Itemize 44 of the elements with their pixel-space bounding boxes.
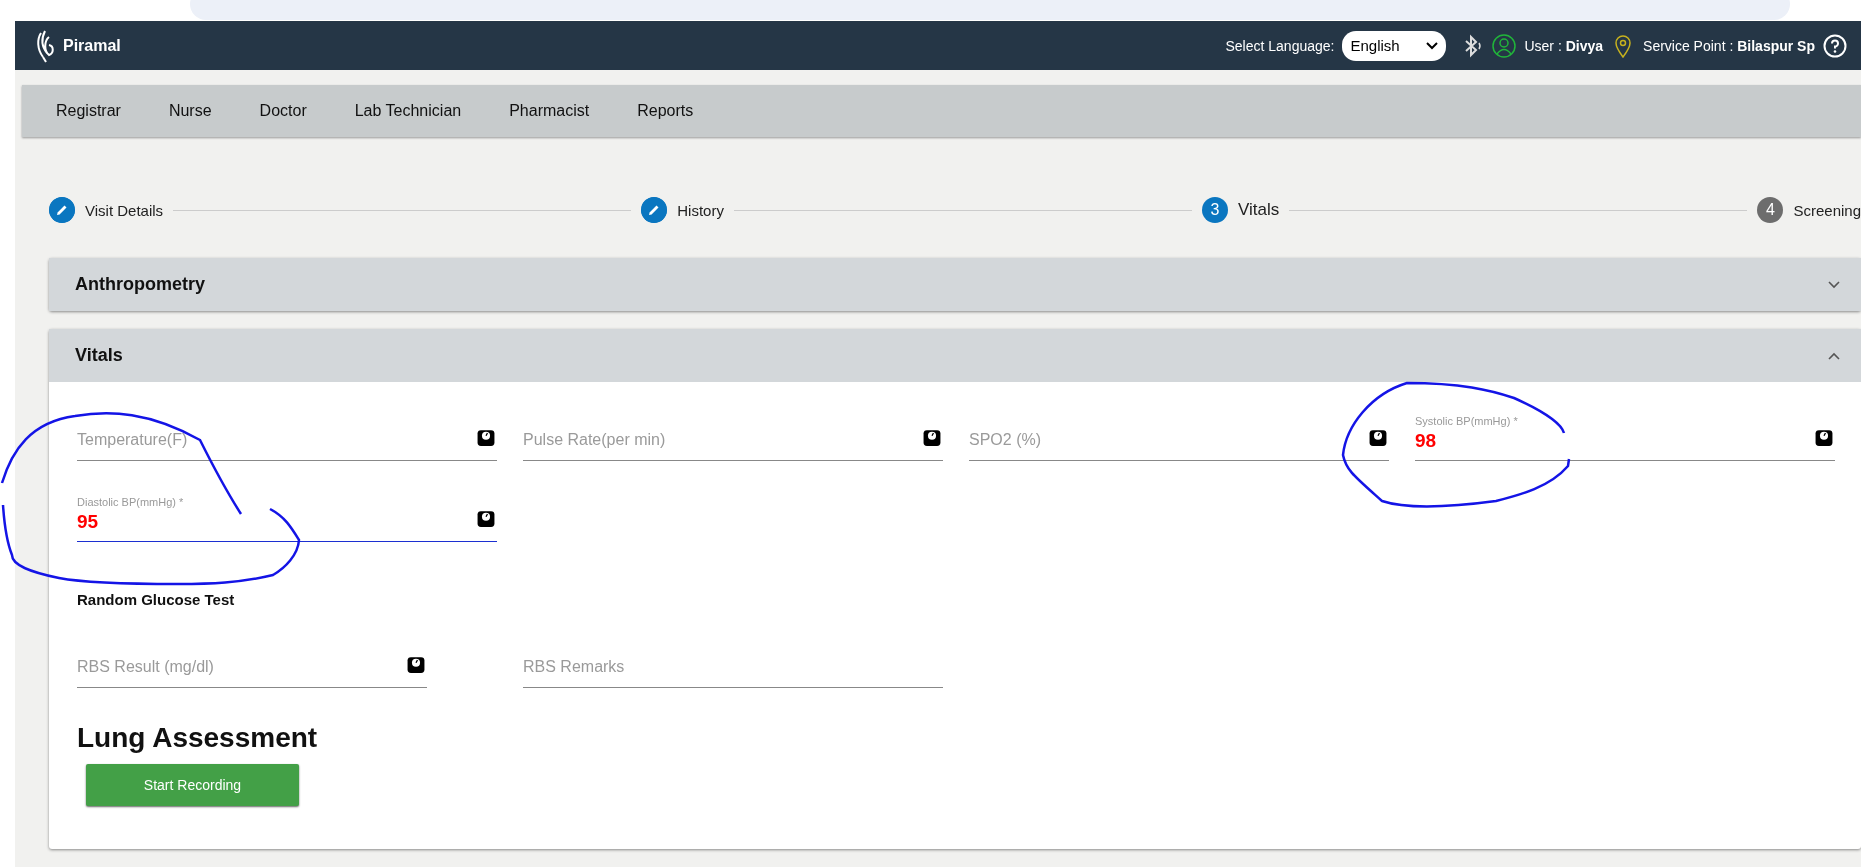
pencil-icon xyxy=(49,197,75,223)
stepper-step[interactable]: Visit Details xyxy=(49,197,164,223)
menu-item[interactable]: Nurse xyxy=(144,102,236,120)
chevron-down-icon xyxy=(1827,279,1841,290)
stepper-step[interactable]: 3 Vitals xyxy=(1202,197,1280,223)
step-number: 3 xyxy=(1202,197,1229,223)
stepper-step[interactable]: 4 Screening xyxy=(1757,197,1861,223)
field-label: Systolic BP(mmHg) * xyxy=(1415,415,1518,427)
menu-item[interactable]: Pharmacist xyxy=(485,102,614,120)
section-heading: Lung Assessment xyxy=(76,722,319,754)
section-title: Vitals xyxy=(75,345,123,366)
language-select[interactable]: English xyxy=(1342,30,1447,61)
menu-item[interactable]: Reports xyxy=(613,102,718,120)
menu-item[interactable]: Registrar xyxy=(40,102,145,120)
service-point-name: Bilaspur Sp xyxy=(1737,37,1815,54)
chevron-up-icon xyxy=(1827,350,1841,361)
field-label: Diastolic BP(mmHg) * xyxy=(77,496,184,508)
menu-item[interactable]: Doctor xyxy=(235,102,331,120)
input-field[interactable]: RBS Result (mg/dl) xyxy=(77,632,427,688)
chevron-down-icon xyxy=(1426,41,1439,50)
service-point-label: Service Point : xyxy=(1643,37,1734,54)
stepper-step[interactable]: History xyxy=(641,197,724,223)
language-label: Select Language: xyxy=(1225,37,1335,54)
help-icon[interactable] xyxy=(1823,33,1847,58)
scale-icon[interactable] xyxy=(407,656,425,674)
user-icon[interactable] xyxy=(1492,33,1517,58)
input-field[interactable]: Pulse Rate(per min) xyxy=(523,405,943,461)
input-field[interactable]: RBS Remarks xyxy=(523,632,943,688)
scale-icon[interactable] xyxy=(923,429,941,447)
scale-icon[interactable] xyxy=(477,429,495,447)
section-heading: Random Glucose Test xyxy=(76,591,236,608)
scale-icon[interactable] xyxy=(477,510,495,528)
user-label: User : xyxy=(1524,37,1562,54)
brand-name: Piramal xyxy=(63,36,121,55)
logo-icon xyxy=(35,28,57,63)
scale-icon[interactable] xyxy=(1815,429,1833,447)
section-title: Anthropometry xyxy=(75,274,205,295)
user-name: Divya xyxy=(1565,37,1604,54)
step-number: 4 xyxy=(1757,197,1784,223)
scale-icon[interactable] xyxy=(1369,429,1387,447)
pencil-icon xyxy=(641,197,668,223)
menu-item[interactable]: Lab Technician xyxy=(330,102,486,120)
accordion-header[interactable]: Vitals xyxy=(49,329,1861,382)
accordion-header[interactable]: Anthropometry xyxy=(49,258,1861,311)
